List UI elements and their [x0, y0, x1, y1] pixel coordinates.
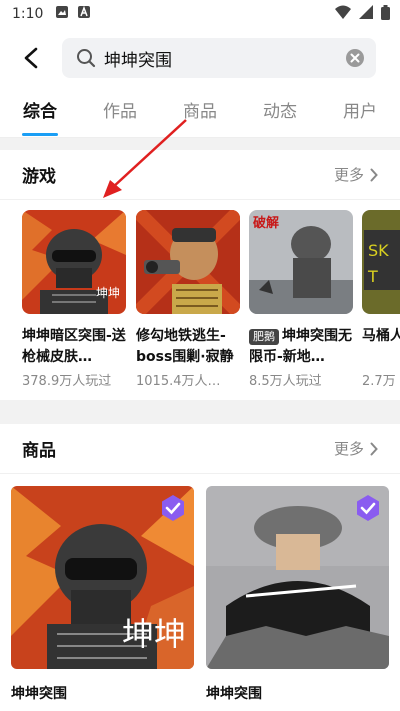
product-overlay-text: 坤坤: [121, 615, 186, 653]
product-title: 坤坤突围: [11, 686, 67, 702]
games-more-button[interactable]: 更多: [334, 164, 378, 185]
tab-综合[interactable]: 综合: [0, 88, 80, 138]
game-card[interactable]: 修勾地铁逃生-boss围剿·寂静 1015.4万人…: [136, 210, 240, 389]
wifi-icon: [335, 5, 351, 23]
verified-badge-icon: [160, 494, 186, 526]
tab-动态[interactable]: 动态: [240, 88, 320, 138]
game-title: 马桶人变爆炸: [362, 328, 400, 344]
game-card[interactable]: 坤坤 坤坤暗区突围-送枪械皮肤… 378.9万人玩过: [22, 210, 126, 389]
signal-icon: [359, 5, 373, 23]
battery-icon: [381, 4, 390, 24]
game-thumbnail: [136, 210, 240, 314]
more-label: 更多: [333, 166, 364, 184]
game-card[interactable]: SK T 马桶人变爆炸 2.7万: [362, 210, 400, 389]
svg-text:T: T: [367, 267, 378, 286]
product-card[interactable]: 坤坤 坤坤突围: [11, 486, 194, 703]
game-title: 肥鹅 坤坤突围无限币-新地…: [249, 328, 352, 365]
search-query[interactable]: 坤坤突围: [104, 46, 346, 71]
search-icon: [77, 49, 96, 68]
product-card[interactable]: 坤坤突围: [206, 486, 389, 703]
more-label: 更多: [333, 440, 364, 458]
verified-badge-icon: [355, 494, 381, 526]
product-title: 坤坤突围: [206, 686, 262, 702]
products-section-title: 商品: [22, 441, 56, 461]
game-play-count: 8.5万人玩过: [249, 374, 322, 389]
status-time: 1:10: [12, 6, 44, 22]
back-button[interactable]: [0, 28, 62, 88]
svg-text:SK: SK: [368, 241, 389, 260]
tab-用户[interactable]: 用户: [320, 88, 400, 138]
game-badge: 肥鹅: [249, 329, 279, 345]
back-arrow-icon: [24, 47, 38, 69]
product-image: [206, 486, 389, 669]
tab-商品[interactable]: 商品: [160, 88, 240, 138]
search-header: 坤坤突围: [0, 28, 400, 88]
tab-bar: 综合 作品 商品 动态 用户: [0, 88, 400, 138]
game-overlay-text: 破解: [253, 216, 280, 231]
games-section: 游戏 更多 坤坤 坤坤暗区突围-送枪械皮肤… 378.9万人玩过 修勾地铁逃生-…: [0, 150, 400, 400]
game-title: 修勾地铁逃生-boss围剿·寂静: [136, 328, 234, 365]
a-icon: [77, 5, 91, 23]
search-input[interactable]: 坤坤突围: [62, 38, 376, 78]
game-thumbnail: 坤坤: [22, 210, 126, 314]
chevron-right-icon: [370, 168, 378, 181]
status-bar: 1:10: [0, 0, 400, 28]
tab-作品[interactable]: 作品: [80, 88, 160, 138]
game-overlay-text: 坤坤: [95, 286, 120, 300]
product-image: 坤坤: [11, 486, 194, 669]
products-section: 商品 更多 坤坤 坤坤突围 坤坤突围: [0, 424, 400, 711]
game-play-count: 2.7万: [362, 374, 396, 389]
game-thumbnail: SK T: [362, 210, 400, 314]
game-thumbnail: 破解: [249, 210, 353, 314]
game-card[interactable]: 破解 肥鹅 坤坤突围无限币-新地… 8.5万人玩过: [249, 210, 353, 389]
chevron-right-icon: [370, 442, 378, 455]
game-play-count: 1015.4万人…: [136, 374, 221, 389]
image-icon: [55, 5, 69, 23]
games-section-title: 游戏: [22, 167, 56, 187]
game-title: 坤坤暗区突围-送枪械皮肤…: [22, 328, 126, 365]
products-more-button[interactable]: 更多: [334, 438, 378, 459]
clear-icon[interactable]: [346, 49, 364, 67]
game-play-count: 378.9万人玩过: [22, 374, 112, 389]
